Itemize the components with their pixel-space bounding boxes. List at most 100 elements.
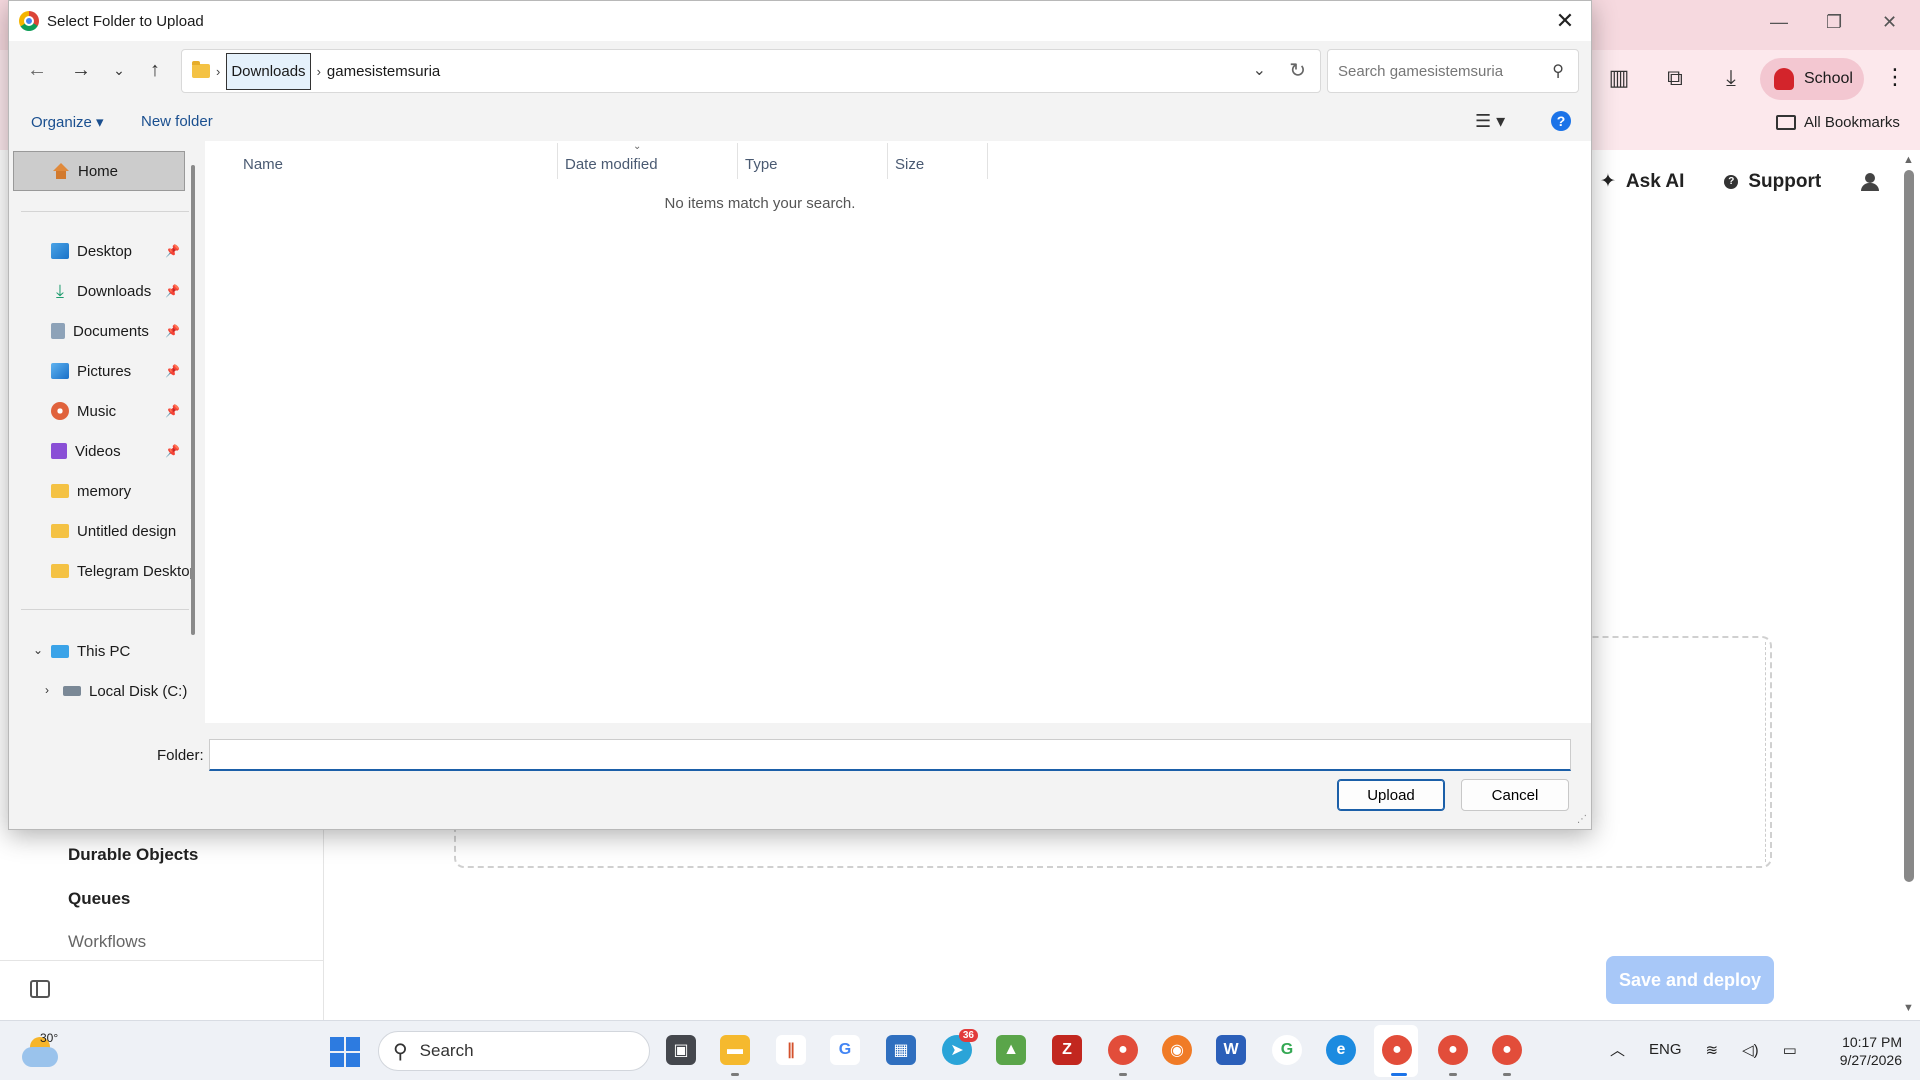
nav-item-home[interactable]: Home [13, 151, 185, 191]
app-icon[interactable]: ▦ [886, 1035, 916, 1065]
nav-pane-scrollbar[interactable] [191, 165, 195, 635]
start-button[interactable] [330, 1037, 360, 1067]
folder-icon [51, 564, 69, 578]
profile-button[interactable]: School [1760, 58, 1864, 100]
search-placeholder: Search gamesistemsuria [1338, 62, 1504, 80]
ask-ai-button[interactable]: ✦ Ask AI [1600, 170, 1684, 193]
recent-locations-icon[interactable]: ⌄ [105, 55, 133, 85]
view-options-icon[interactable]: ☰ ▾ [1475, 111, 1505, 132]
telegram-icon[interactable]: ➤ 36 [942, 1029, 978, 1065]
close-window-icon[interactable]: ✕ [1882, 12, 1897, 33]
chevron-up-icon[interactable]: ︿ [1610, 1039, 1625, 1060]
dialog-title: Select Folder to Upload [47, 12, 204, 30]
file-explorer-icon[interactable]: ▬ [720, 1035, 750, 1065]
minimize-icon[interactable]: — [1770, 12, 1788, 33]
back-icon[interactable]: ← [23, 55, 51, 85]
restore-icon[interactable]: ❐ [1826, 12, 1842, 33]
column-divider[interactable] [737, 143, 738, 179]
column-divider[interactable] [887, 143, 888, 179]
breadcrumb-downloads[interactable]: Downloads [226, 52, 311, 90]
clock[interactable]: 10:17 PM 9/27/2026 [1816, 1033, 1902, 1069]
app-icon[interactable]: ∥ [776, 1035, 806, 1065]
chevron-down-icon[interactable]: ⌄ [1253, 60, 1266, 80]
cloud-icon [22, 1047, 58, 1067]
download-icon[interactable]: ⤓ [1718, 65, 1744, 91]
nav-item-this-pc[interactable]: This PC [9, 631, 191, 671]
support-button[interactable]: ? Support [1724, 171, 1821, 193]
nav-item-music[interactable]: Music 📌 [9, 391, 191, 431]
search-input[interactable]: Search gamesistemsuria ⚲ [1327, 49, 1579, 93]
task-view-icon[interactable]: ▣ [666, 1035, 696, 1065]
select-folder-dialog: Select Folder to Upload ✕ ← → ⌄ ↑ › Down… [8, 0, 1592, 830]
taskbar-search[interactable]: ⚲ Search [378, 1031, 650, 1071]
firefox-icon[interactable]: ◉ [1162, 1035, 1192, 1065]
nav-item-telegram-desktop[interactable]: Telegram Desktop [9, 551, 191, 591]
chrome-icon[interactable]: ● [1382, 1035, 1412, 1065]
up-icon[interactable]: ↑ [141, 55, 169, 85]
save-and-deploy-button[interactable]: Save and deploy [1606, 956, 1774, 1004]
nav-item-documents[interactable]: Documents 📌 [9, 311, 191, 351]
address-bar[interactable]: › Downloads › gamesistemsuria ⌄ ↻ [181, 49, 1321, 93]
sidebar-item-workflows[interactable]: Workflows [68, 932, 146, 952]
nav-item-memory[interactable]: memory [9, 471, 191, 511]
sidebar-item-queues[interactable]: Queues [68, 889, 130, 909]
nav-item-pictures[interactable]: Pictures 📌 [9, 351, 191, 391]
column-divider[interactable] [557, 143, 558, 179]
breadcrumb-current-folder[interactable]: gamesistemsuria [327, 63, 440, 80]
nav-item-desktop[interactable]: Desktop 📌 [9, 231, 191, 271]
app-icon[interactable]: ▲ [996, 1035, 1026, 1065]
question-icon: ? [1724, 174, 1739, 189]
upload-button[interactable]: Upload [1337, 779, 1445, 811]
organize-menu[interactable]: Organize ▾ [31, 113, 104, 131]
browser-menu-icon[interactable]: ⋮ [1884, 64, 1906, 90]
battery-icon[interactable]: ▭ [1783, 1041, 1797, 1059]
nav-item-untitled-design[interactable]: Untitled design [9, 511, 191, 551]
google-icon[interactable]: G [830, 1035, 860, 1065]
chevron-right-icon[interactable]: › [216, 64, 220, 79]
ask-ai-label: Ask AI [1625, 170, 1685, 192]
folder-input[interactable] [209, 739, 1571, 771]
refresh-icon[interactable]: ↻ [1289, 58, 1306, 83]
help-icon[interactable]: ? [1551, 111, 1571, 131]
column-divider[interactable] [987, 143, 988, 179]
nav-item-local-disk[interactable]: Local Disk (C:) [9, 671, 191, 711]
edge-icon[interactable]: e [1326, 1035, 1356, 1065]
pin-icon: 📌 [165, 324, 180, 338]
volume-icon[interactable]: ◁) [1742, 1041, 1759, 1059]
chevron-right-icon[interactable]: › [317, 64, 321, 79]
nav-divider [21, 609, 189, 610]
dialog-titlebar: Select Folder to Upload ✕ [9, 1, 1591, 41]
reading-mode-icon[interactable]: ▥ [1606, 65, 1632, 91]
close-icon[interactable]: ✕ [1551, 7, 1579, 35]
wifi-icon[interactable]: ≋ [1706, 1041, 1719, 1059]
column-name[interactable]: Name [243, 151, 283, 177]
nav-item-downloads[interactable]: ⤓ Downloads 📌 [9, 271, 191, 311]
column-size[interactable]: Size [895, 151, 924, 177]
chrome-icon[interactable]: ● [1492, 1035, 1522, 1065]
resize-grip-icon[interactable]: ⋰ [1577, 814, 1587, 825]
all-bookmarks-button[interactable]: All Bookmarks [1776, 114, 1900, 131]
page-scrollbar[interactable] [1904, 170, 1914, 882]
running-indicator [1119, 1073, 1127, 1076]
filezilla-icon[interactable]: Z [1052, 1035, 1082, 1065]
chrome-icon[interactable]: ● [1108, 1035, 1138, 1065]
extensions-icon[interactable]: ⧉ [1662, 65, 1688, 91]
scroll-down-icon[interactable]: ▼ [1903, 1002, 1914, 1014]
new-folder-button[interactable]: New folder [141, 113, 213, 130]
column-date-modified[interactable]: Date modified [565, 151, 658, 177]
sidebar-item-durable-objects[interactable]: Durable Objects [68, 845, 198, 865]
chrome-icon [19, 11, 39, 31]
chrome-icon[interactable]: G [1272, 1035, 1302, 1065]
user-icon[interactable] [1861, 172, 1880, 191]
column-type[interactable]: Type [745, 151, 778, 177]
word-icon[interactable]: W [1216, 1035, 1246, 1065]
forward-icon[interactable]: → [67, 55, 95, 85]
language-indicator[interactable]: ENG [1649, 1041, 1682, 1058]
running-indicator [731, 1073, 739, 1076]
scroll-up-icon[interactable]: ▲ [1903, 154, 1914, 166]
cancel-button[interactable]: Cancel [1461, 779, 1569, 811]
sidebar-toggle-icon[interactable] [30, 980, 50, 998]
search-icon: ⚲ [1552, 63, 1564, 80]
chrome-icon[interactable]: ● [1438, 1035, 1468, 1065]
nav-item-videos[interactable]: Videos 📌 [9, 431, 191, 471]
